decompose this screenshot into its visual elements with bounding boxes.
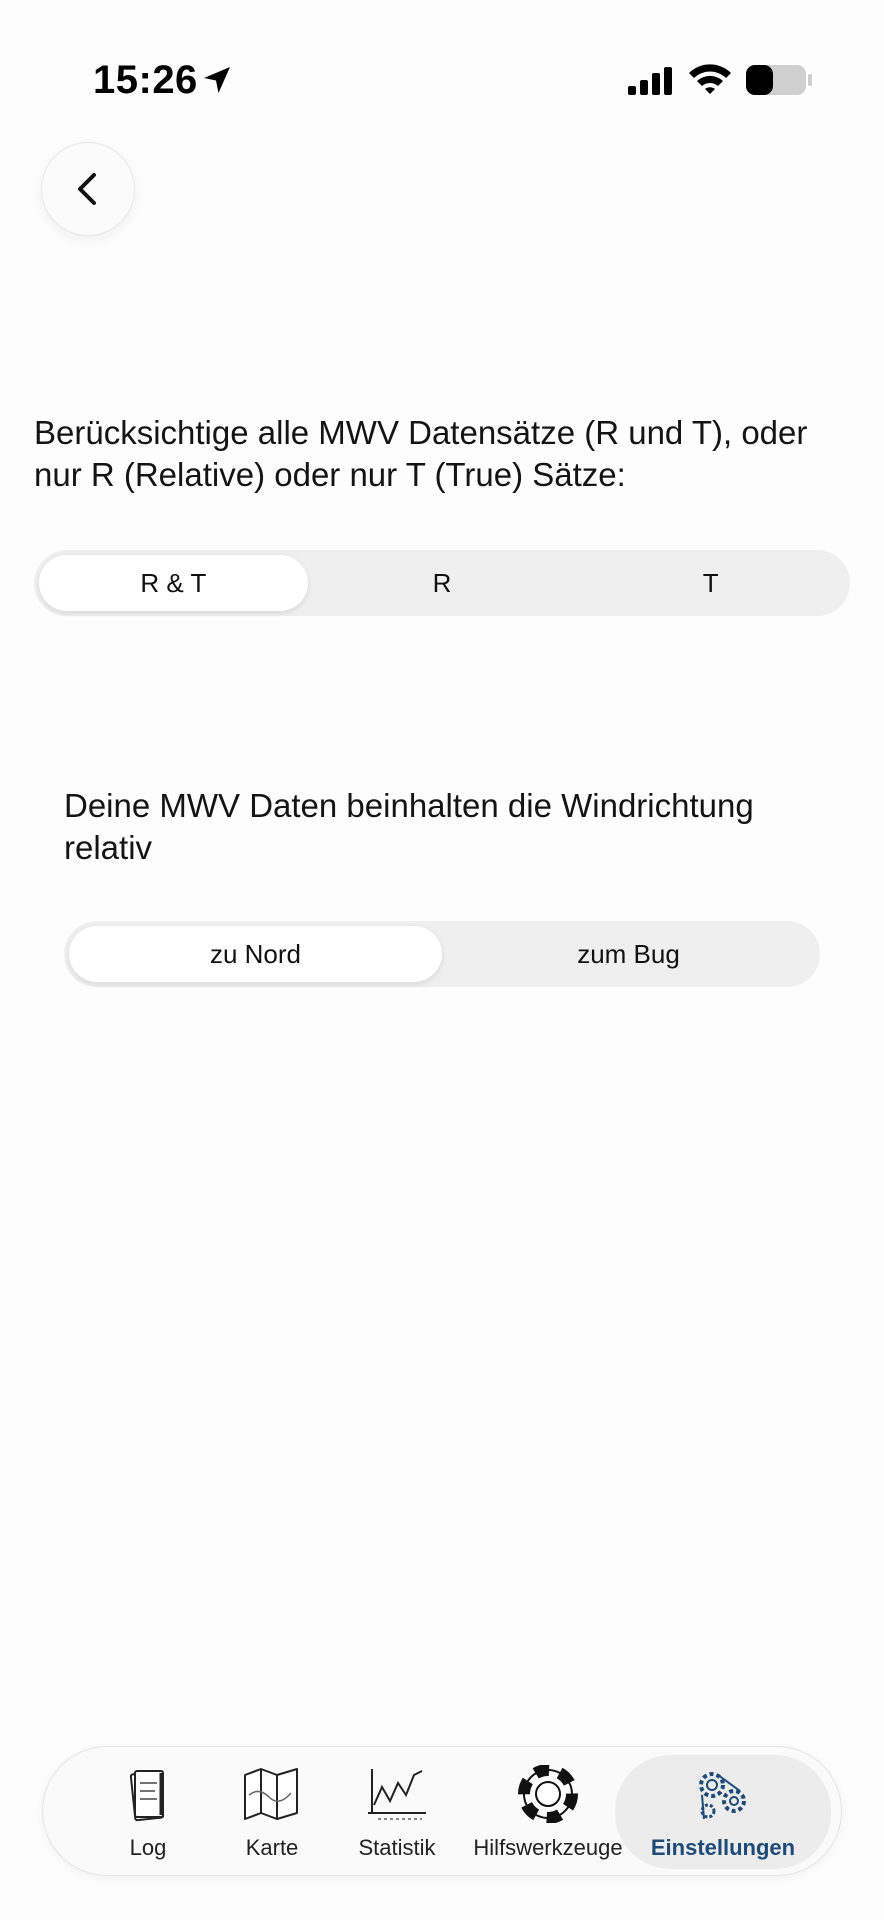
segment-t[interactable]: T <box>576 555 845 611</box>
map-icon <box>244 1768 298 1820</box>
back-button[interactable] <box>41 142 135 236</box>
cellular-signal-icon <box>628 67 672 95</box>
chevron-left-icon <box>78 173 96 205</box>
tab-label-karte: Karte <box>245 1835 299 1860</box>
mwv-records-segmented-control: R & T R T <box>34 550 850 616</box>
status-time: 15:26 <box>93 58 198 102</box>
chart-icon <box>368 1769 426 1820</box>
tab-label-einstellungen: Einstellungen <box>650 1835 796 1860</box>
tab-bar: Log Karte Statistik Hilfswerkzeuge Einst… <box>42 1746 842 1876</box>
wifi-icon <box>689 64 731 94</box>
tab-statistik[interactable]: Statistik <box>331 1755 463 1869</box>
segment-r[interactable]: R <box>308 555 577 611</box>
segment-zu-nord[interactable]: zu Nord <box>69 926 442 982</box>
battery-icon <box>746 65 812 95</box>
tab-label-statistik: Statistik <box>358 1835 436 1860</box>
wind-direction-description: Deine MWV Daten beinhalten die Windricht… <box>64 787 754 866</box>
segment-r-and-t[interactable]: R & T <box>39 555 308 611</box>
tab-einstellungen[interactable]: Einstellungen <box>615 1755 831 1869</box>
tab-log[interactable]: Log <box>105 1755 191 1869</box>
segment-zum-bug[interactable]: zum Bug <box>442 926 815 982</box>
tab-label-log: Log <box>129 1835 167 1860</box>
status-bar: 15:26 <box>0 0 884 160</box>
tab-karte[interactable]: Karte <box>225 1755 319 1869</box>
mwv-records-description: Berücksichtige alle MWV Datensätze (R un… <box>34 414 808 493</box>
logbook-icon <box>129 1770 165 1822</box>
wind-direction-segmented-control: zu Nord zum Bug <box>64 921 820 987</box>
tab-label-hilfswerkzeuge: Hilfswerkzeuge <box>473 1835 623 1860</box>
lifebuoy-icon <box>518 1765 578 1823</box>
gears-icon <box>699 1772 746 1820</box>
location-arrow-icon <box>204 67 230 93</box>
